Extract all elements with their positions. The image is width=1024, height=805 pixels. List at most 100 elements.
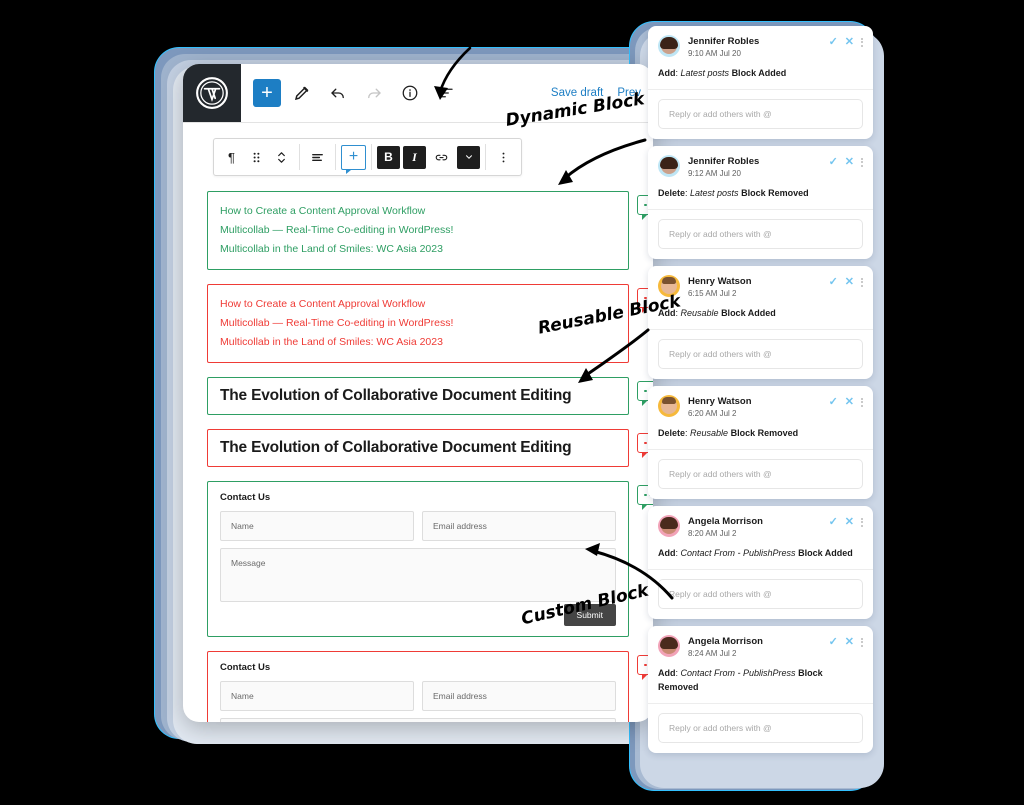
message-field[interactable]: Message	[220, 718, 616, 722]
paragraph-block-icon[interactable]: ¶	[219, 140, 244, 174]
close-icon[interactable]: ✕	[845, 157, 854, 168]
name-field[interactable]: Name	[220, 681, 414, 711]
drag-handle-icon[interactable]	[244, 140, 269, 174]
comment-meta: Angela Morrison 8:20 AM Jul 2	[688, 515, 829, 540]
block-options-more-icon[interactable]	[491, 140, 516, 174]
heading-text[interactable]: The Evolution of Collaborative Document …	[220, 387, 616, 405]
avatar	[658, 155, 680, 177]
avatar	[658, 635, 680, 657]
post-link[interactable]: How to Create a Content Approval Workflo…	[220, 202, 616, 221]
editor-header-tools: +	[241, 78, 461, 108]
comment-timestamp: 9:10 AM Jul 20	[688, 49, 741, 58]
comment-action: Delete	[658, 428, 686, 438]
comment-result: Block Added	[731, 68, 787, 78]
comment-card[interactable]: Henry Watson 6:20 AM Jul 2 ✓ ✕ Delete: Reusa…	[648, 386, 873, 499]
comment-action: Add	[658, 668, 676, 678]
comment-header: Angela Morrison 8:20 AM Jul 2 ✓ ✕	[648, 506, 873, 546]
edit-pencil-icon[interactable]	[287, 78, 317, 108]
wordpress-logo-icon[interactable]	[183, 64, 241, 122]
post-link[interactable]: Multicollab in the Land of Smiles: WC As…	[220, 240, 616, 259]
reusable-heading-block-green[interactable]: The Evolution of Collaborative Document …	[207, 377, 629, 415]
comment-reply-area: Reply or add others with @	[648, 450, 873, 499]
reply-input[interactable]: Reply or add others with @	[658, 339, 863, 369]
comment-action: Delete	[658, 188, 686, 198]
close-icon[interactable]: ✕	[845, 517, 854, 528]
post-link[interactable]: How to Create a Content Approval Workflo…	[220, 295, 616, 314]
comment-subject: Contact From - PublishPress	[680, 668, 796, 678]
avatar	[658, 395, 680, 417]
bold-button[interactable]: B	[377, 145, 400, 169]
name-field[interactable]: Name	[220, 511, 414, 541]
resolve-check-icon[interactable]: ✓	[829, 277, 838, 288]
contact-form-block-red[interactable]: Contact Us Name Email address Message Su…	[207, 651, 629, 722]
heading-text[interactable]: The Evolution of Collaborative Document …	[220, 439, 616, 457]
reply-input[interactable]: Reply or add others with @	[658, 459, 863, 489]
comment-author: Henry Watson	[688, 276, 752, 287]
comment-author: Angela Morrison	[688, 516, 763, 527]
comment-more-icon[interactable]	[861, 277, 863, 287]
comment-card[interactable]: Henry Watson 6:15 AM Jul 2 ✓ ✕ Add: Reusable…	[648, 266, 873, 379]
italic-button[interactable]: I	[403, 145, 426, 169]
reusable-heading-block-red[interactable]: The Evolution of Collaborative Document …	[207, 429, 629, 467]
close-icon[interactable]: ✕	[845, 397, 854, 408]
comment-more-icon[interactable]	[861, 637, 863, 647]
comment-more-icon[interactable]	[861, 397, 863, 407]
comment-header: Henry Watson 6:15 AM Jul 2 ✓ ✕	[648, 266, 873, 306]
comment-subject: Reusable	[690, 428, 729, 438]
block-type-group: ¶	[214, 139, 299, 175]
resolve-check-icon[interactable]: ✓	[829, 157, 838, 168]
comment-card[interactable]: Jennifer Robles 9:12 AM Jul 20 ✓ ✕ Delete: L…	[648, 146, 873, 259]
details-info-icon[interactable]	[395, 78, 425, 108]
resolve-check-icon[interactable]: ✓	[829, 517, 838, 528]
comment-reply-area: Reply or add others with @	[648, 90, 873, 139]
message-field[interactable]: Message	[220, 548, 616, 602]
undo-icon[interactable]	[323, 78, 353, 108]
post-link[interactable]: Multicollab in the Land of Smiles: WC As…	[220, 333, 616, 352]
more-formats-chevron-down-icon[interactable]	[457, 145, 480, 169]
reply-input[interactable]: Reply or add others with @	[658, 99, 863, 129]
reply-input[interactable]: Reply or add others with @	[658, 579, 863, 609]
close-icon[interactable]: ✕	[845, 37, 854, 48]
resolve-check-icon[interactable]: ✓	[829, 637, 838, 648]
avatar	[658, 515, 680, 537]
reply-input[interactable]: Reply or add others with @	[658, 713, 863, 743]
editor-document: How to Create a Content Approval Workflo…	[183, 123, 653, 722]
comment-body: Add: Latest posts Block Added	[648, 66, 873, 90]
overflow-group	[486, 139, 521, 175]
add-block-button[interactable]: +	[253, 79, 281, 107]
comment-author: Henry Watson	[688, 396, 752, 407]
post-link[interactable]: Multicollab — Real-Time Co-editing in Wo…	[220, 221, 616, 240]
comment-meta: Henry Watson 6:15 AM Jul 2	[688, 275, 829, 300]
comment-result: Block Removed	[741, 188, 809, 198]
comment-more-icon[interactable]	[861, 517, 863, 527]
comment-body: Add: Contact From - PublishPress Block A…	[648, 546, 873, 570]
list-view-icon[interactable]	[431, 78, 461, 108]
link-icon[interactable]	[429, 140, 454, 174]
close-icon[interactable]: ✕	[845, 637, 854, 648]
add-comment-icon[interactable]: +	[341, 144, 366, 174]
align-text-icon[interactable]	[305, 140, 330, 174]
block-row: Contact Us Name Email address Message Su…	[207, 651, 653, 722]
email-field[interactable]: Email address	[422, 681, 616, 711]
move-up-down-icon[interactable]	[269, 140, 294, 174]
reply-input[interactable]: Reply or add others with @	[658, 219, 863, 249]
contact-form-title: Contact Us	[220, 492, 271, 503]
comment-more-icon[interactable]	[861, 37, 863, 47]
comment-subject: Latest posts	[680, 68, 730, 78]
block-row: The Evolution of Collaborative Document …	[207, 377, 653, 415]
comment-body: Delete: Latest posts Block Removed	[648, 186, 873, 210]
redo-icon[interactable]	[359, 78, 389, 108]
comment-meta: Jennifer Robles 9:10 AM Jul 20	[688, 35, 829, 60]
screenshot-stage: + Save draft Prev ¶ + B I How to Create …	[0, 0, 1024, 805]
comment-card[interactable]: Jennifer Robles 9:10 AM Jul 20 ✓ ✕ Add: Late…	[648, 26, 873, 139]
latest-posts-block-green[interactable]: How to Create a Content Approval Workflo…	[207, 191, 629, 270]
comment-result: Block Added	[798, 548, 853, 558]
email-field[interactable]: Email address	[422, 511, 616, 541]
close-icon[interactable]: ✕	[845, 277, 854, 288]
resolve-check-icon[interactable]: ✓	[829, 37, 838, 48]
comment-card[interactable]: Angela Morrison 8:20 AM Jul 2 ✓ ✕ Add: Conta…	[648, 506, 873, 619]
comment-card[interactable]: Angela Morrison 8:24 AM Jul 2 ✓ ✕ Add: Conta…	[648, 626, 873, 753]
comment-body: Delete: Reusable Block Removed	[648, 426, 873, 450]
comment-more-icon[interactable]	[861, 157, 863, 167]
resolve-check-icon[interactable]: ✓	[829, 397, 838, 408]
